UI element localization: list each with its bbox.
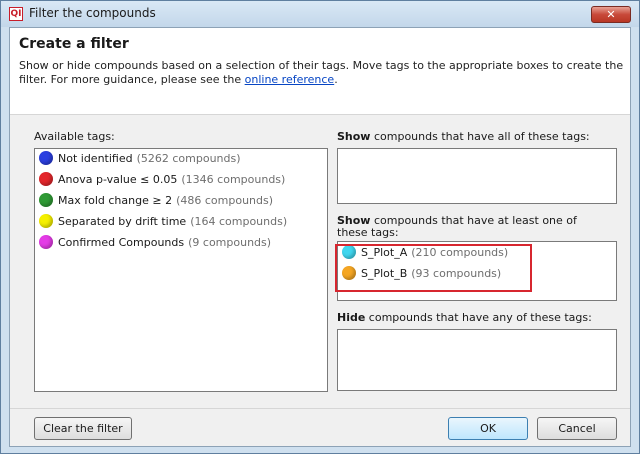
close-button[interactable]: ✕ bbox=[591, 6, 631, 23]
tag-count: (486 compounds) bbox=[176, 194, 274, 207]
show-all-tags-box[interactable] bbox=[337, 148, 617, 204]
clear-filter-button[interactable]: Clear the filter bbox=[34, 417, 132, 440]
tag-anova[interactable]: Anova p-value ≤ 0.05 (1346 compounds) bbox=[39, 172, 286, 192]
green-tag-icon bbox=[39, 193, 53, 207]
hide-label-rest: compounds that have any of these tags: bbox=[365, 311, 592, 324]
tag-confirmed-compounds[interactable]: Confirmed Compounds (9 compounds) bbox=[39, 235, 272, 255]
show-all-keyword: Show bbox=[337, 130, 371, 143]
tag-not-identified[interactable]: Not identified (5262 compounds) bbox=[39, 151, 241, 171]
blue-tag-icon bbox=[39, 151, 53, 165]
show-any-label: Show compounds that have at least one of… bbox=[337, 215, 577, 239]
app-logo-icon: QI bbox=[9, 7, 23, 21]
tag-count: (9 compounds) bbox=[188, 236, 272, 249]
tag-count: (1346 compounds) bbox=[181, 173, 286, 186]
show-all-label: Show compounds that have all of these ta… bbox=[337, 130, 590, 143]
header-title: Create a filter bbox=[19, 36, 129, 52]
footer-divider bbox=[10, 408, 630, 409]
dialog-header: Create a filter Show or hide compounds b… bbox=[10, 28, 630, 115]
hide-label: Hide compounds that have any of these ta… bbox=[337, 311, 592, 324]
hide-tags-box[interactable] bbox=[337, 329, 617, 391]
tag-name: Separated by drift time bbox=[58, 215, 187, 228]
show-any-label-rest: compounds that have at least one of bbox=[370, 214, 577, 227]
online-reference-link[interactable]: online reference bbox=[245, 73, 335, 86]
header-description: Show or hide compounds based on a select… bbox=[19, 59, 624, 87]
tag-separated-drift-time[interactable]: Separated by drift time (164 compounds) bbox=[39, 214, 288, 234]
available-tags-list[interactable]: Not identified (5262 compounds) Anova p-v… bbox=[34, 148, 328, 392]
tag-count: (164 compounds) bbox=[190, 215, 288, 228]
tag-name: Anova p-value ≤ 0.05 bbox=[58, 173, 178, 186]
title-bar[interactable]: QI Filter the compounds ✕ bbox=[1, 1, 639, 27]
tag-count: (5262 compounds) bbox=[136, 152, 241, 165]
highlight-box bbox=[335, 244, 532, 292]
ok-button[interactable]: OK bbox=[448, 417, 528, 440]
dialog-content: Create a filter Show or hide compounds b… bbox=[9, 27, 631, 447]
magenta-tag-icon bbox=[39, 235, 53, 249]
tag-name: Not identified bbox=[58, 152, 133, 165]
yellow-tag-icon bbox=[39, 214, 53, 228]
show-any-label-line2: these tags: bbox=[337, 226, 399, 239]
available-tags-label: Available tags: bbox=[34, 130, 115, 143]
tag-max-fold-change[interactable]: Max fold change ≥ 2 (486 compounds) bbox=[39, 193, 274, 213]
description-end: . bbox=[334, 73, 338, 86]
red-tag-icon bbox=[39, 172, 53, 186]
show-all-label-rest: compounds that have all of these tags: bbox=[370, 130, 590, 143]
window-title: Filter the compounds bbox=[29, 6, 156, 20]
cancel-button[interactable]: Cancel bbox=[537, 417, 617, 440]
hide-keyword: Hide bbox=[337, 311, 366, 324]
tag-name: Max fold change ≥ 2 bbox=[58, 194, 173, 207]
filter-dialog: QI Filter the compounds ✕ Create a filte… bbox=[0, 0, 640, 454]
tag-name: Confirmed Compounds bbox=[58, 236, 185, 249]
